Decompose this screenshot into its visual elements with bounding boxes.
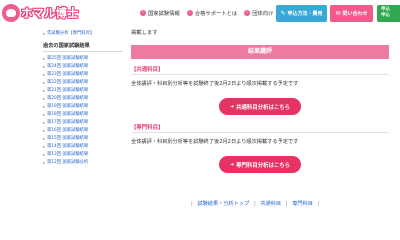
specialized-cta-wrap: ➜ 専門科目分析はこちら [131,156,389,173]
sidebar-item-past-result[interactable]: ▸ 第17回 国家試験結果 [43,119,123,127]
sidebar-item-past-result[interactable]: ▸ 第25回 国家試験結果 [43,55,123,63]
nav-item-exam-info[interactable]: › 国家試験情報 [140,9,180,17]
chevron-right-icon: › [140,10,146,16]
arrow-bullet-icon: ▸ [43,144,46,149]
mail-icon: ✉ [335,10,341,17]
arrow-bullet-icon: ▸ [43,72,46,77]
specialized-subject-heading: 【専門科目】 [131,123,389,133]
specialized-analysis-button[interactable]: ➜ 専門科目分析はこちら [219,156,301,173]
contact-button[interactable]: ✉ 問い合わせ [330,5,373,22]
divider: | [317,201,320,207]
common-analysis-button-label: 共通科目分析はこちら [236,104,291,111]
arrow-bullet-icon: ▸ [43,88,46,93]
logo-mark-icon [2,4,20,22]
divider: | [285,201,288,207]
common-analysis-button[interactable]: ➜ 共通科目分析はこちら [219,98,301,115]
sidebar-item-label: 第15回 国家試験結果 [47,136,89,141]
footer-link-results-top[interactable]: 試験結果・分析トップ [197,201,249,207]
common-cta-wrap: ➜ 共通科目分析はこちら [131,98,389,115]
sidebar-link-label: 年試験分析【専門科目】 [47,31,95,36]
chevron-right-icon: › [186,10,193,16]
common-subject-heading: 【共通科目】 [131,65,389,75]
footer-link-common[interactable]: 共通科目 [260,201,281,207]
footer-links: | 試験結果・分析トップ | 共通科目 | 専門科目 | [188,200,322,207]
sidebar-item-label: 第13回 国家試験結果 [47,152,89,157]
specialized-subject-text: 全体講評・科目別分析等を試験終了後2月2日より順次掲載する予定です [131,139,299,145]
nav-item-label: 国家試験情報 [148,11,180,17]
sidebar-item-label: 第21回 国家試験結果 [47,88,89,93]
arrow-bullet-icon: ▸ [43,64,46,69]
sidebar-item-label: 第24回 国家試験結果 [47,64,89,69]
arrow-bullet-icon: ▸ [43,160,46,165]
sidebar-item-label: 第16回 国家試験結果 [47,128,89,133]
sidebar: ▸ 年試験分析【専門科目】 過去の国家試験結果 ▸ 第25回 国家試験結果 ▸ 第2… [43,30,123,167]
nav-item-label: 合格サポートとは [194,11,238,17]
sidebar-item-past-result[interactable]: ▸ 第12回 国家試験分析 [43,159,123,167]
sidebar-link-top[interactable]: ▸ 年試験分析【専門科目】 [43,30,123,38]
sidebar-item-past-result[interactable]: ▸ 第21回 国家試験結果 [43,87,123,95]
intro-text: 掲載します [131,30,158,36]
sidebar-heading: 過去の国家試験結果 [43,42,123,52]
sidebar-item-past-result[interactable]: ▸ 第22回 国家試験結果 [43,79,123,87]
sidebar-item-label: 第25回 国家試験結果 [47,56,89,61]
arrow-bullet-icon: ▸ [43,112,46,117]
sidebar-item-label: 第23回 国家試験結果 [47,72,89,77]
arrow-circle-icon: ➜ [229,161,235,168]
chevron-right-icon: › [244,10,251,16]
arrow-bullet-icon: ▸ [43,80,46,85]
apply-button-label: 申込方法・費用 [287,11,323,17]
green-apply-button[interactable]: 申込 申込 [377,5,400,22]
nav-item-groups[interactable]: › 団体向け [244,9,273,17]
sidebar-item-past-result[interactable]: ▸ 第20回 国家試験結果 [43,95,123,103]
sidebar-past-list: ▸ 第25回 国家試験結果 ▸ 第24回 国家試験結果 ▸ 第23回 国家試験結果 ▸… [43,55,123,167]
nav-item-label: 団体向け [252,11,274,17]
sidebar-item-past-result[interactable]: ▸ 第18回 国家試験結果 [43,111,123,119]
sidebar-item-label: 第18回 国家試験結果 [47,112,89,117]
arrow-bullet-icon: ▸ [43,152,46,157]
arrow-bullet-icon: ▸ [43,56,46,61]
sidebar-item-label: 第14回 国家試験結果 [47,144,89,149]
sidebar-item-label: 第20回 国家試験結果 [47,96,89,101]
arrow-bullet-icon: ▸ [43,136,46,141]
nav-item-support[interactable]: › 合格サポートとは [186,9,238,17]
sidebar-item-past-result[interactable]: ▸ 第14回 国家試験結果 [43,143,123,151]
divider: | [191,201,193,207]
site-logo[interactable]: ホマル博士 [2,3,79,23]
arrow-bullet-icon: ▸ [43,104,46,109]
section-title: 結果講評 [131,45,389,59]
sidebar-item-past-result[interactable]: ▸ 第13回 国家試験結果 [43,151,123,159]
footer-link-specialized[interactable]: 専門科目 [292,201,313,207]
specialized-analysis-button-label: 専門科目分析はこちら [236,162,291,169]
contact-button-label: 問い合わせ [342,11,368,17]
sidebar-item-past-result[interactable]: ▸ 第23回 国家試験結果 [43,71,123,79]
arrow-bullet-icon: ▸ [43,31,46,36]
sidebar-item-label: 第19回 国家試験結果 [47,104,89,109]
sidebar-item-past-result[interactable]: ▸ 第15回 国家試験結果 [43,135,123,143]
logo-text: ホマル博士 [21,6,79,20]
sidebar-item-label: 第22回 国家試験結果 [47,80,89,85]
arrow-bullet-icon: ▸ [43,128,46,133]
apply-button[interactable]: ✎ 申込方法・費用 [276,5,327,22]
global-nav: › 国家試験情報 › 合格サポートとは › 団体向け [140,9,280,17]
divider: | [253,201,256,207]
sidebar-item-label: 第12回 国家試験分析 [47,160,89,165]
sidebar-item-past-result[interactable]: ▸ 第19回 国家試験結果 [43,103,123,111]
sidebar-item-past-result[interactable]: ▸ 第16回 国家試験結果 [43,127,123,135]
arrow-bullet-icon: ▸ [43,96,46,101]
common-subject-text: 全体講評・科目別分析等を試験終了後2月2日より順次掲載する予定です [131,81,299,87]
arrow-bullet-icon: ▸ [43,120,46,125]
sidebar-item-past-result[interactable]: ▸ 第24回 国家試験結果 [43,63,123,71]
site-header: ホマル博士 › 国家試験情報 › 合格サポートとは › 団体向け ✎ 申込方法・… [0,0,400,26]
main-content: 掲載します 結果講評 【共通科目】 全体講評・科目別分析等を試験終了後2月2日よ… [131,28,389,173]
pencil-icon: ✎ [280,10,286,17]
arrow-circle-icon: ➜ [229,103,235,110]
green-button-label-2: 申込 [381,13,390,18]
sidebar-item-label: 第17回 国家試験結果 [47,120,89,125]
